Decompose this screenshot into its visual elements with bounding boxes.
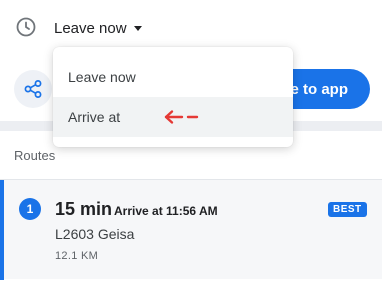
route-number-badge: 1: [19, 198, 41, 220]
routes-heading: Routes: [14, 148, 56, 163]
menu-item-label: Arrive at: [68, 109, 121, 125]
send-to-app-label: e to app: [290, 80, 348, 98]
clock-icon: [16, 17, 36, 37]
menu-item-label: Leave now: [68, 69, 136, 85]
departure-time-select[interactable]: Leave now: [54, 17, 142, 39]
best-route-badge: BEST: [328, 202, 367, 217]
departure-options-menu: Leave now Arrive at: [53, 47, 293, 147]
route-card[interactable]: 1 15 min Arrive at 11:56 AM BEST L2603 G…: [0, 179, 382, 280]
menu-item-arrive-at[interactable]: Arrive at: [53, 97, 293, 137]
caret-down-icon: [133, 26, 142, 31]
route-selected-indicator: [0, 180, 4, 280]
directions-panel: Leave now e to app Routes 1 15 min Arriv…: [0, 0, 382, 283]
route-arrival-time: Arrive at 11:56 AM: [114, 204, 218, 218]
route-road-name: L2603 Geisa: [55, 226, 135, 242]
route-distance: 12.1 KM: [55, 250, 99, 262]
route-duration: 15 min: [55, 199, 113, 219]
annotation-arrow-icon: [164, 110, 199, 124]
share-icon: [24, 80, 42, 98]
departure-time-value: Leave now: [54, 19, 127, 37]
menu-item-leave-now[interactable]: Leave now: [53, 57, 293, 97]
share-button[interactable]: [14, 70, 52, 108]
